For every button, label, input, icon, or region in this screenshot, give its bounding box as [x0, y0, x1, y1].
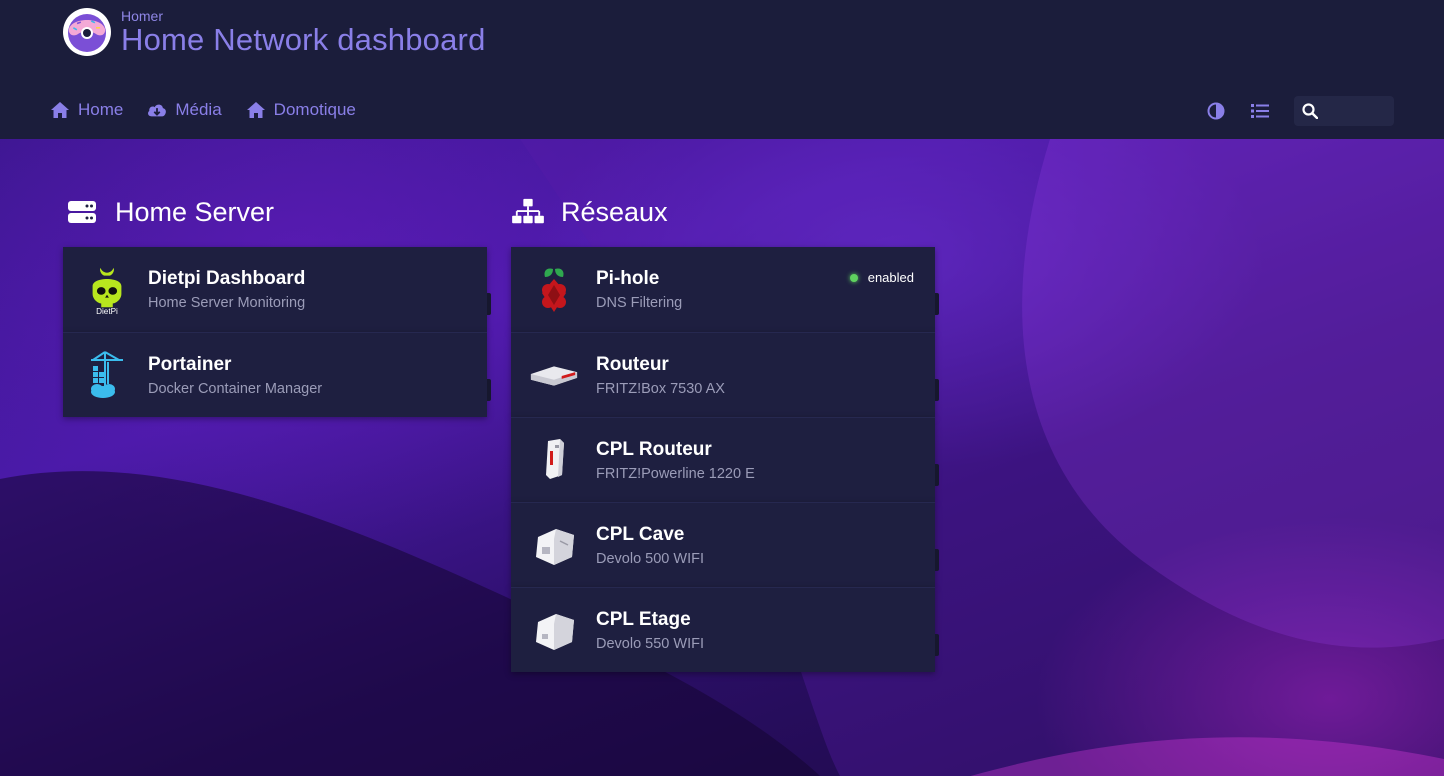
pihole-logo — [531, 264, 579, 316]
portainer-logo — [83, 349, 131, 401]
devolo-image — [531, 519, 579, 571]
search-icon — [1302, 103, 1318, 119]
nav-link-label: Média — [175, 100, 222, 119]
header-toolbar — [1206, 96, 1394, 126]
card-subtitle: Devolo 500 WIFI — [596, 550, 704, 567]
service-card-cpl-cave[interactable]: CPL Cave Devolo 500 WIFI — [511, 502, 939, 587]
card-text: CPL Cave Devolo 500 WIFI — [596, 524, 704, 567]
card-text: Portainer Docker Container Manager — [148, 354, 322, 397]
powerline-image — [531, 434, 579, 486]
service-card-portainer[interactable]: Portainer Docker Container Manager — [63, 332, 491, 417]
dietpi-logo: DietPi — [83, 264, 131, 316]
card-edge — [935, 293, 939, 315]
network-icon — [512, 198, 544, 224]
status-dot-icon — [849, 273, 858, 282]
card-text: Routeur FRITZ!Box 7530 AX — [596, 354, 725, 397]
cloud-download-icon — [148, 104, 167, 117]
status-badge: enabled — [849, 270, 914, 285]
list-icon[interactable] — [1250, 101, 1270, 121]
card-subtitle: DNS Filtering — [596, 295, 683, 311]
card-subtitle: FRITZ!Powerline 1220 E — [596, 465, 755, 482]
card-edge — [487, 379, 491, 401]
svg-text:DietPi: DietPi — [96, 307, 118, 316]
group-header: Home Server — [63, 195, 487, 229]
service-card-routeur[interactable]: Routeur FRITZ!Box 7530 AX — [511, 332, 939, 417]
router-image — [529, 349, 579, 401]
card-title: Dietpi Dashboard — [148, 268, 306, 289]
top-nav: Home Média Domotique — [50, 100, 356, 120]
card-title: Pi-hole — [596, 268, 660, 289]
nav-link-label: Home — [78, 100, 124, 119]
service-card-pihole[interactable]: Pi-hole DNS Filtering enabled — [511, 247, 939, 332]
card-title: CPL Etage — [596, 608, 691, 630]
donut-icon — [62, 7, 112, 57]
card-title: Routeur — [596, 353, 669, 375]
home-icon — [51, 102, 69, 118]
card-text: CPL Routeur FRITZ!Powerline 1220 E — [596, 439, 755, 482]
search-input[interactable] — [1324, 103, 1384, 119]
top-header: Homer Home Network dashboard Home Média … — [0, 0, 1444, 139]
card-subtitle: FRITZ!Box 7530 AX — [596, 380, 725, 397]
group-header: Réseaux — [511, 195, 935, 229]
card-text: CPL Etage Devolo 550 WIFI — [596, 609, 704, 652]
card-subtitle: Devolo 550 WIFI — [596, 635, 704, 652]
service-card-dietpi[interactable]: DietPi Dietpi Dashboard Home Server Moni… — [63, 247, 491, 332]
card-edge — [935, 634, 939, 656]
card-edge — [935, 549, 939, 571]
nav-link-label: Domotique — [273, 100, 356, 119]
group-title: Home Server — [115, 196, 275, 227]
card-edge — [935, 379, 939, 401]
card-text: Dietpi Dashboard Home Server Monitoring — [148, 268, 305, 311]
group-home-server: Home Server DietPi Dietpi Dashboard Home… — [63, 195, 491, 417]
card-title: CPL Cave — [596, 523, 685, 545]
nav-link-home[interactable]: Home — [50, 100, 123, 120]
group-reseaux: Réseaux Pi-hole DNS Filtering enabled Ro… — [511, 195, 939, 672]
service-card-cpl-etage[interactable]: CPL Etage Devolo 550 WIFI — [511, 587, 939, 672]
card-title: Portainer — [148, 353, 232, 375]
card-title: CPL Routeur — [596, 438, 712, 460]
group-title: Réseaux — [561, 196, 668, 227]
card-subtitle: Docker Container Manager — [148, 380, 323, 397]
status-text: enabled — [867, 270, 914, 285]
page-title: Home Network dashboard — [121, 22, 486, 57]
search-box[interactable] — [1294, 96, 1394, 126]
home-icon — [246, 102, 265, 118]
server-icon — [68, 201, 96, 223]
nav-link-media[interactable]: Média — [147, 100, 222, 120]
card-edge — [487, 293, 491, 315]
nav-link-domotique[interactable]: Domotique — [246, 100, 356, 120]
devolo-image — [531, 604, 579, 656]
card-text: Pi-hole DNS Filtering — [596, 268, 682, 311]
card-subtitle: Home Server Monitoring — [148, 295, 306, 311]
service-card-cpl-routeur[interactable]: CPL Routeur FRITZ!Powerline 1220 E — [511, 417, 939, 502]
card-edge — [935, 464, 939, 486]
contrast-icon[interactable] — [1206, 101, 1226, 121]
